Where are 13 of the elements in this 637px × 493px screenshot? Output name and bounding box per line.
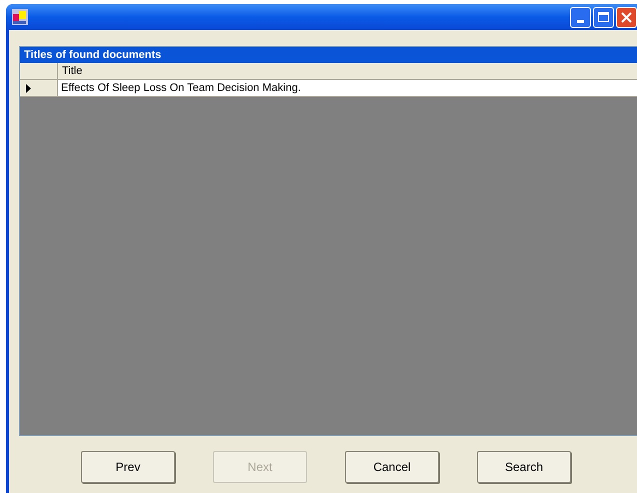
grid-caption: Titles of found documents	[20, 47, 637, 63]
table-cell-text: Effects Of Sleep Loss On Team Decision Making.	[60, 81, 302, 96]
close-button[interactable]	[616, 6, 637, 28]
dialog-button[interactable]: Prev	[81, 451, 175, 483]
app-icon	[12, 9, 28, 25]
minimize-button[interactable]	[570, 6, 591, 28]
maximize-button[interactable]	[593, 6, 614, 28]
row-header[interactable]	[20, 80, 58, 96]
minimize-icon	[577, 20, 584, 22]
maximize-icon	[598, 12, 609, 22]
dialog-button[interactable]: Cancel	[345, 451, 439, 483]
close-icon	[621, 12, 632, 22]
dialog-button[interactable]: Search	[477, 451, 571, 483]
